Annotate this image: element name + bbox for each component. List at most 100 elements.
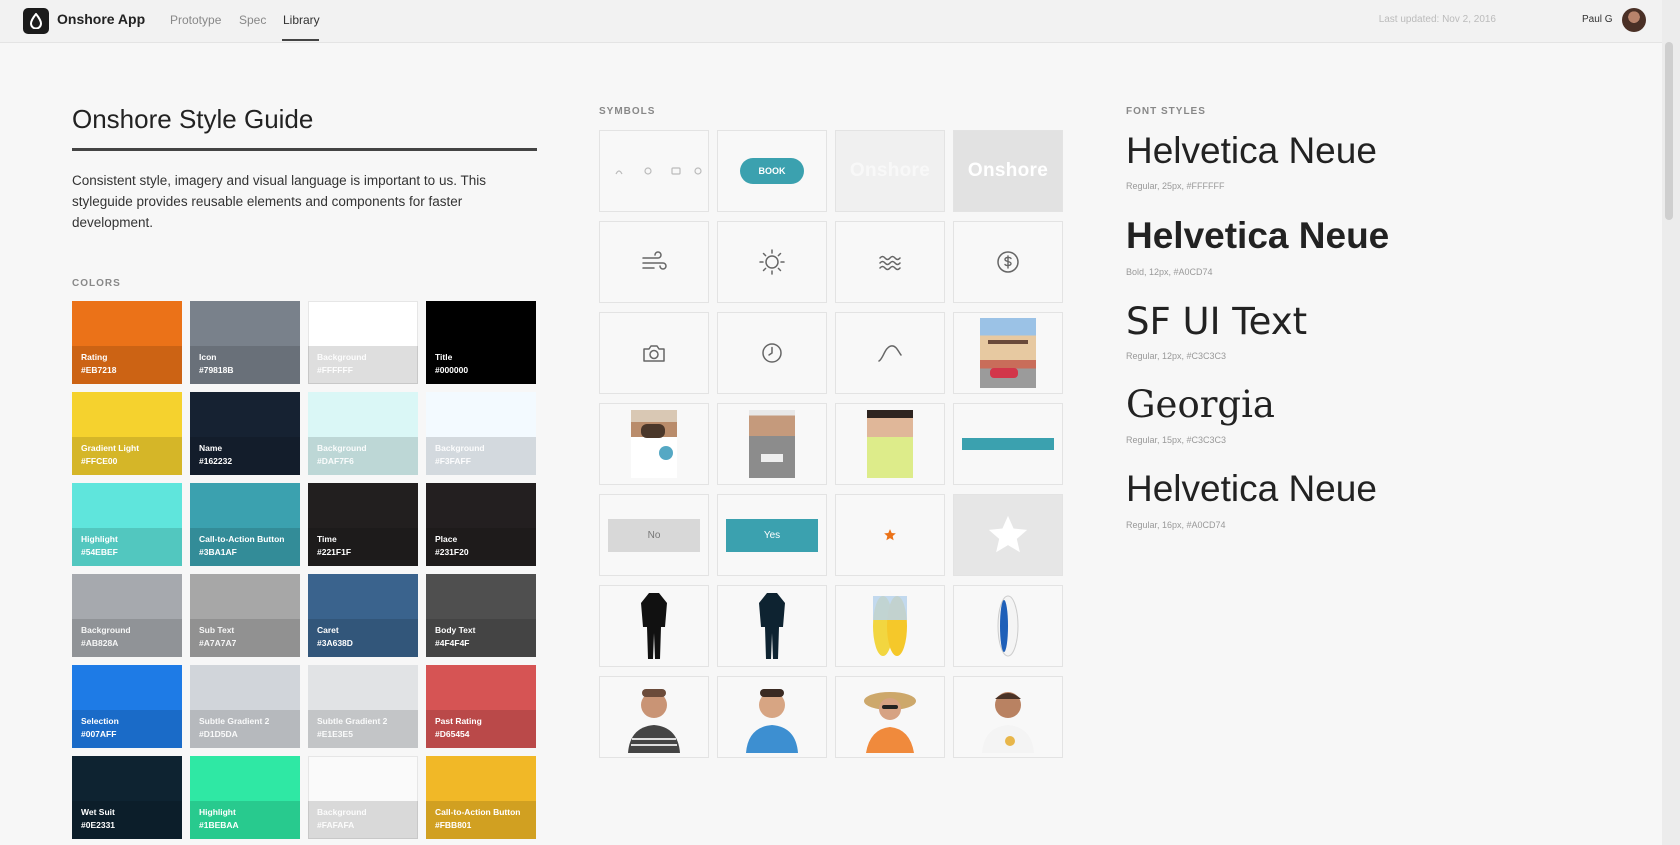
color-swatch[interactable]: Gradient Light #FFCE00 xyxy=(72,392,182,475)
color-swatch[interactable]: Background #FAFAFA xyxy=(308,756,418,839)
portrait-photo xyxy=(631,410,677,478)
symbol-portrait-3[interactable] xyxy=(835,403,945,485)
color-swatch[interactable]: Subtle Gradient 2 #D1D5DA xyxy=(190,665,300,748)
headshot-photo xyxy=(864,692,916,753)
symbol-logo-light[interactable]: Onshore xyxy=(835,130,945,212)
color-swatch[interactable]: Place #231F20 xyxy=(426,483,536,566)
swatch-hex: #007AFF xyxy=(81,729,117,739)
symbol-headshot-4[interactable] xyxy=(953,676,1063,758)
onshore-wordmark-light: Onshore xyxy=(849,160,931,181)
symbol-wetsuit-2[interactable] xyxy=(717,585,827,667)
symbol-wetsuit-1[interactable] xyxy=(599,585,709,667)
color-swatch[interactable]: Body Text #4F4F4F xyxy=(426,574,536,657)
color-swatch[interactable]: Call-to-Action Button #3BA1AF xyxy=(190,483,300,566)
swatch-hex: #3A638D xyxy=(317,638,353,648)
symbol-headshot-3[interactable] xyxy=(835,676,945,758)
swatch-name: Call-to-Action Button xyxy=(435,807,521,817)
symbol-no-button[interactable]: No xyxy=(599,494,709,576)
symbol-star-small[interactable] xyxy=(835,494,945,576)
symbol-dollar[interactable] xyxy=(953,221,1063,303)
swatch-name: Highlight xyxy=(81,534,118,544)
swatch-hex: #FAFAFA xyxy=(317,820,355,830)
swatch-name: Icon xyxy=(199,352,217,362)
color-swatch[interactable]: Highlight #1BEBAA xyxy=(190,756,300,839)
symbol-clock[interactable] xyxy=(717,312,827,394)
user-name[interactable]: Paul G xyxy=(1582,14,1613,25)
symbol-headshot-2[interactable] xyxy=(717,676,827,758)
swatch-name: Body Text xyxy=(435,625,476,635)
color-swatch[interactable]: Background #AB828A xyxy=(72,574,182,657)
no-button[interactable]: No xyxy=(608,518,700,552)
swatch-name: Selection xyxy=(81,716,119,726)
color-swatch[interactable]: Sub Text #A7A7A7 xyxy=(190,574,300,657)
onshore-wordmark: Onshore xyxy=(967,160,1049,181)
nav-tab-spec[interactable]: Spec xyxy=(239,13,266,27)
swatch-name: Background xyxy=(435,443,485,453)
app-logo-icon[interactable] xyxy=(23,8,49,34)
color-swatch[interactable]: Icon #79818B xyxy=(190,301,300,384)
symbol-surfboards-yellow[interactable] xyxy=(835,585,945,667)
swatch-hex: #000000 xyxy=(435,365,469,375)
color-swatch[interactable]: Time #221F1F xyxy=(308,483,418,566)
avatar[interactable] xyxy=(1622,8,1646,32)
swatch-name: Subtle Gradient 2 xyxy=(199,716,270,726)
swatch-name: Time xyxy=(317,534,337,544)
symbol-yes-button[interactable]: Yes xyxy=(717,494,827,576)
symbol-logo-dark[interactable]: Onshore xyxy=(953,130,1063,212)
book-button[interactable]: BOOK xyxy=(740,158,804,184)
symbol-teal-bar[interactable] xyxy=(953,403,1063,485)
swatch-name: Call-to-Action Button xyxy=(199,534,285,544)
color-swatch[interactable]: Background #FFFFFF xyxy=(308,301,418,384)
symbol-headshot-1[interactable] xyxy=(599,676,709,758)
symbol-book-button[interactable]: BOOK xyxy=(717,130,827,212)
symbol-storefront-photo[interactable] xyxy=(953,312,1063,394)
symbol-wave-curl[interactable] xyxy=(835,312,945,394)
swatch-hex: #AB828A xyxy=(81,638,119,648)
scrollbar-thumb[interactable] xyxy=(1665,42,1673,220)
symbol-star-large[interactable] xyxy=(953,494,1063,576)
color-swatch[interactable]: Caret #3A638D xyxy=(308,574,418,657)
swatch-name: Gradient Light xyxy=(81,443,140,453)
color-swatch[interactable]: Subtle Gradient 2 #E1E3E5 xyxy=(308,665,418,748)
symbol-surfboard-blue[interactable] xyxy=(953,585,1063,667)
swatch-hex: #D1D5DA xyxy=(199,729,238,739)
nav-tab-library[interactable]: Library xyxy=(283,13,320,27)
color-swatch[interactable]: Title #000000 xyxy=(426,301,536,384)
app-title[interactable]: Onshore App xyxy=(57,11,145,27)
storefront-photo xyxy=(980,318,1036,388)
surfboard-icon xyxy=(873,596,907,656)
symbol-small-icons[interactable] xyxy=(599,130,709,212)
color-swatch[interactable]: Call-to-Action Button #FBB801 xyxy=(426,756,536,839)
color-swatch[interactable]: Rating #EB7218 xyxy=(72,301,182,384)
wetsuit-icon xyxy=(641,593,667,659)
symbol-sun[interactable] xyxy=(717,221,827,303)
yes-button[interactable]: Yes xyxy=(726,518,818,552)
swatch-name: Place xyxy=(435,534,458,544)
symbol-wind[interactable] xyxy=(599,221,709,303)
symbol-portrait-2[interactable] xyxy=(717,403,827,485)
symbol-waves[interactable] xyxy=(835,221,945,303)
font-styles-section-label: FONT STYLES xyxy=(1126,106,1206,117)
color-swatch[interactable]: Past Rating #D65454 xyxy=(426,665,536,748)
color-swatch[interactable]: Background #DAF7F6 xyxy=(308,392,418,475)
font-meta: Regular, 15px, #C3C3C3 xyxy=(1126,435,1227,445)
swatch-name: Caret xyxy=(317,625,339,635)
color-swatch[interactable]: Background #F3FAFF xyxy=(426,392,536,475)
font-sample-helvetica-regular-16: Helvetica Neue xyxy=(1126,468,1377,509)
color-swatch[interactable]: Name #162232 xyxy=(190,392,300,475)
symbol-portrait-1[interactable] xyxy=(599,403,709,485)
symbol-camera[interactable] xyxy=(599,312,709,394)
color-swatch[interactable]: Selection #007AFF xyxy=(72,665,182,748)
portrait-photo xyxy=(749,410,795,478)
swatch-name: Past Rating xyxy=(435,716,482,726)
swatch-hex: #231F20 xyxy=(435,547,469,557)
font-sample-helvetica-regular: Helvetica Neue xyxy=(1126,130,1377,171)
font-meta: Regular, 12px, #C3C3C3 xyxy=(1126,351,1227,361)
swatch-hex: #79818B xyxy=(199,365,234,375)
swatch-name: Highlight xyxy=(199,807,236,817)
color-swatch[interactable]: Highlight #54EBEF xyxy=(72,483,182,566)
swatch-hex: #EB7218 xyxy=(81,365,117,375)
color-swatch[interactable]: Wet Suit #0E2331 xyxy=(72,756,182,839)
headshot-photo xyxy=(746,689,798,753)
nav-tab-prototype[interactable]: Prototype xyxy=(170,13,221,27)
